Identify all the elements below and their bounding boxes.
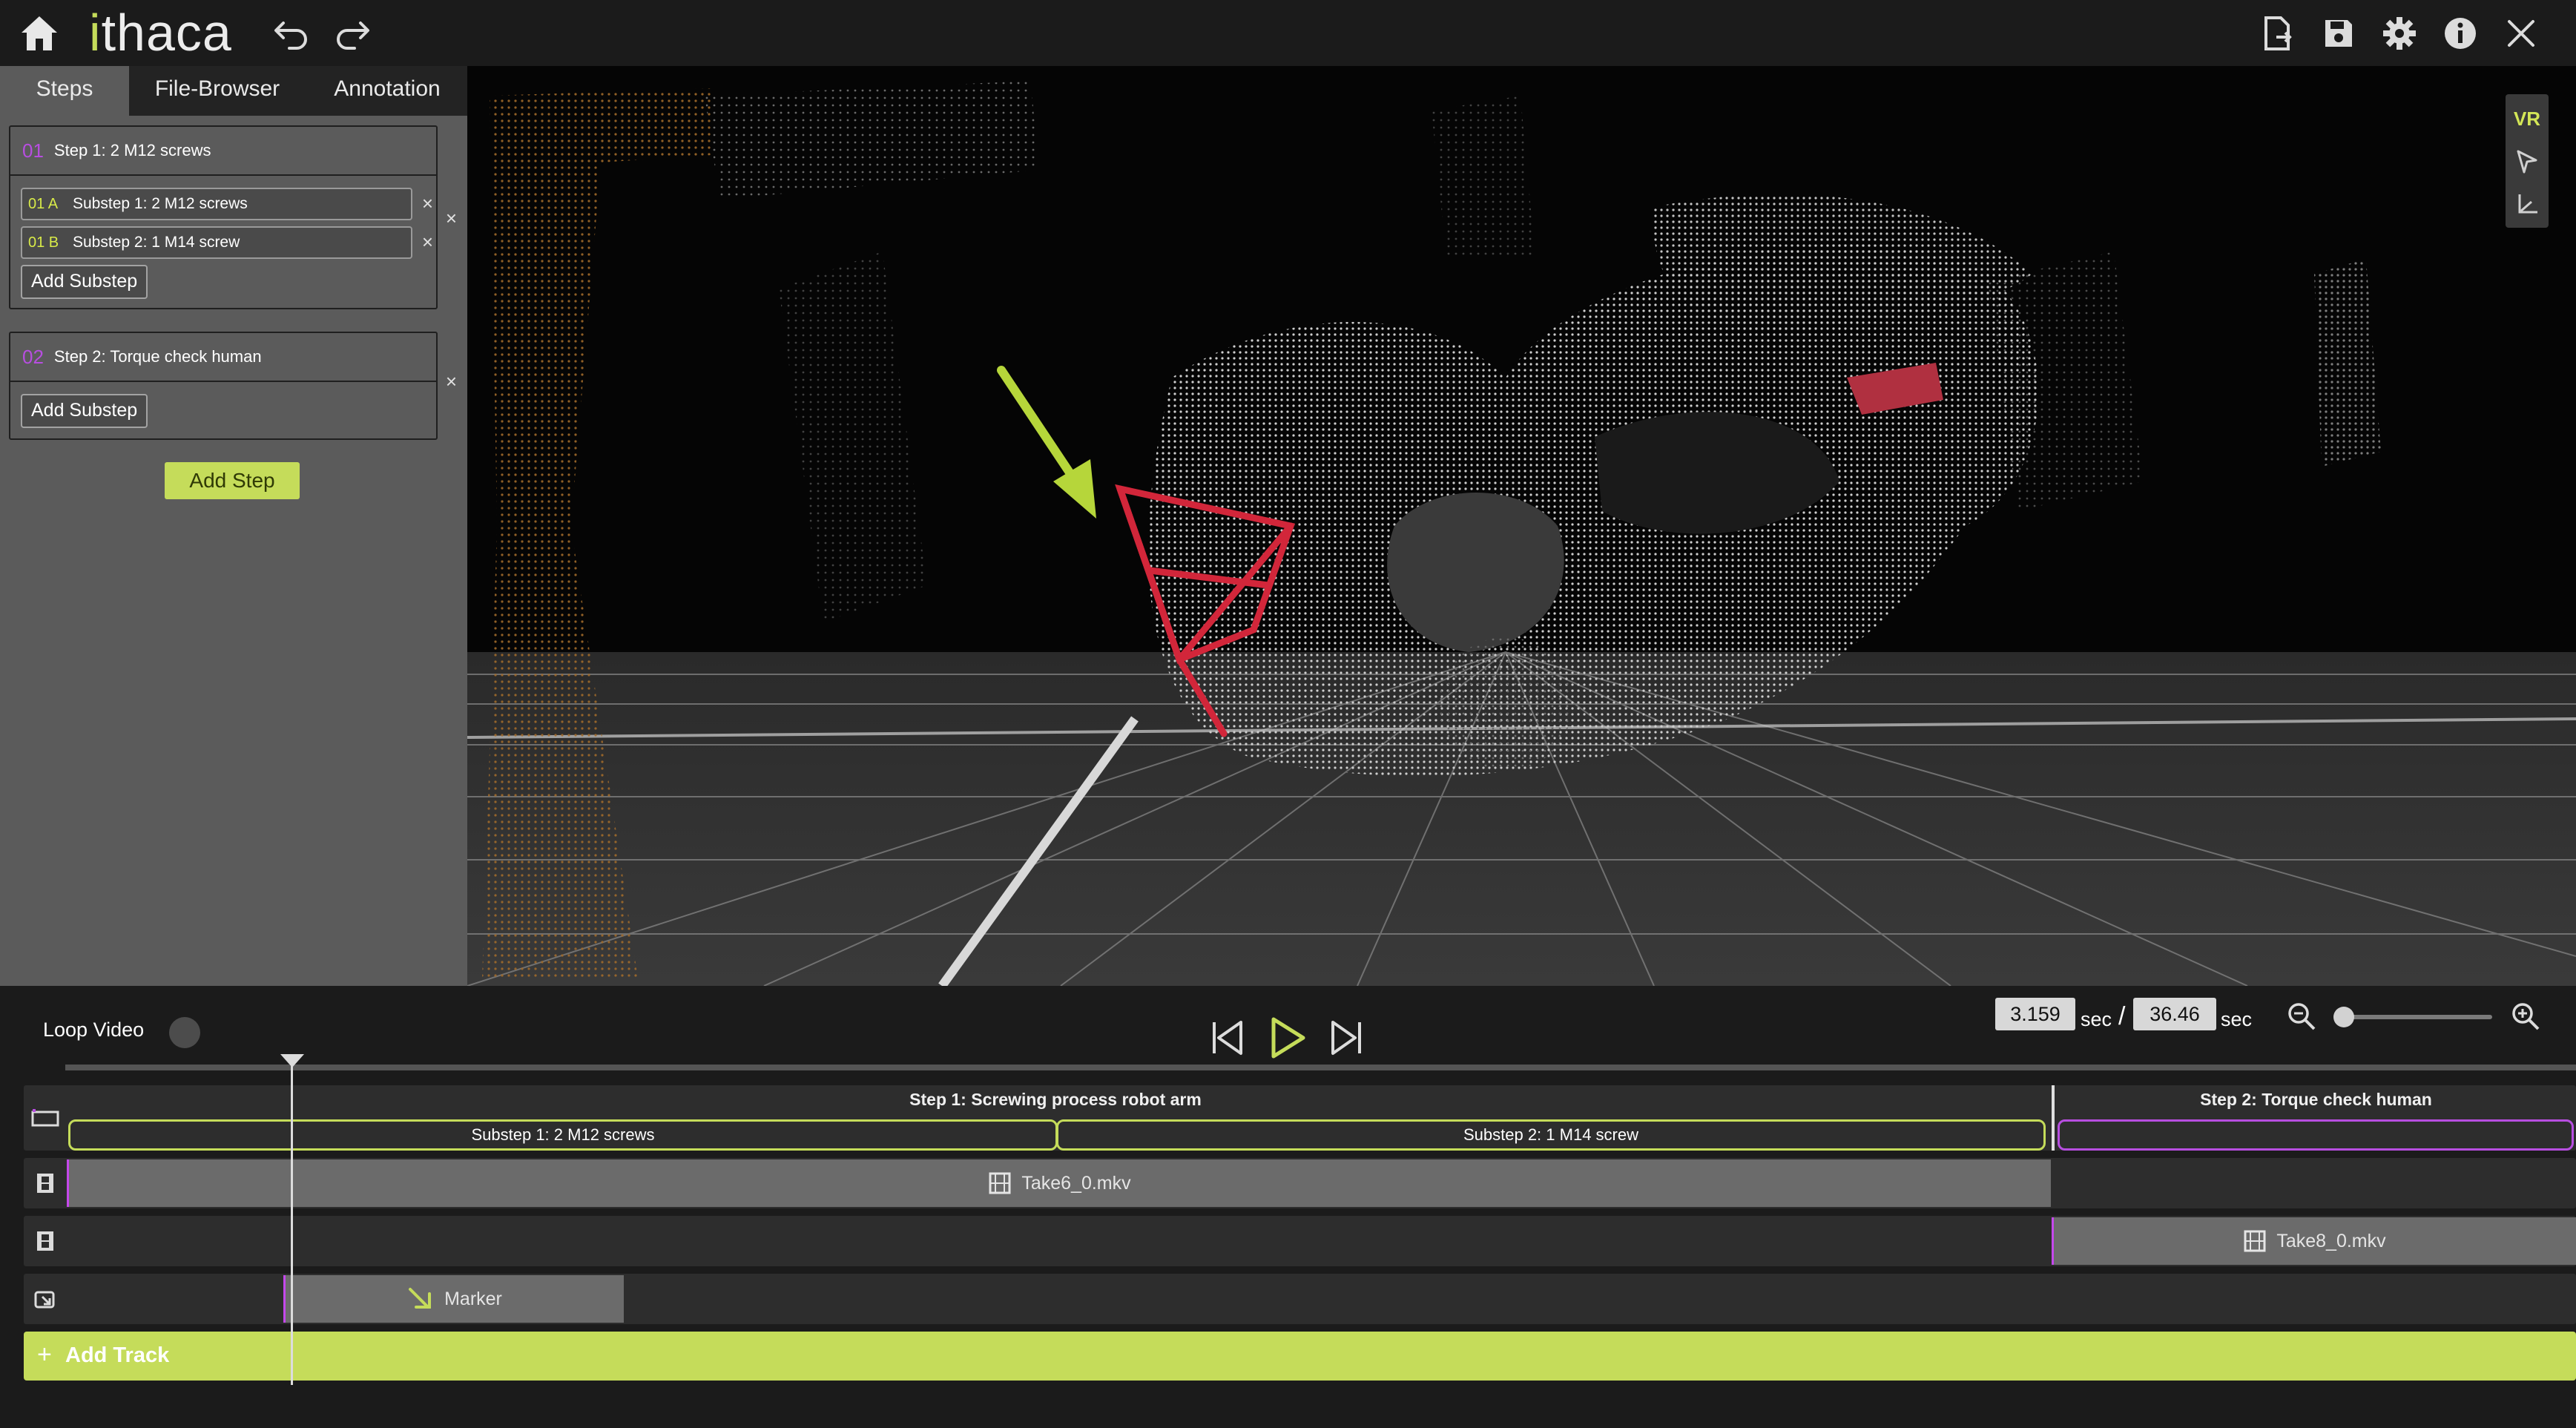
close-icon[interactable] [2498,10,2544,56]
substep-label: Substep 1: 2 M12 screws [73,195,248,212]
app-logo: ithaca [89,4,232,62]
video-track: Take6_0.mkv [24,1158,2576,1208]
substep-label: Substep 2: 1 M14 screw [73,234,240,251]
zoom-in-icon[interactable] [2510,1001,2541,1032]
remove-substep-icon[interactable]: × [422,231,433,254]
marker-clip[interactable]: Marker [283,1275,624,1323]
plus-icon: + [37,1340,52,1369]
save-icon[interactable] [2316,10,2362,56]
point-cloud-scene [467,66,2576,986]
substep-segment[interactable]: Substep 2: 1 M14 screw [1056,1119,2046,1151]
3d-viewport[interactable]: VR [467,66,2576,986]
step-segment[interactable] [2058,1119,2574,1151]
substep-number: 01 A [28,195,59,212]
undo-icon[interactable] [269,10,314,56]
video-clip-label: Take8_0.mkv [2276,1230,2386,1251]
time-unit-label: sec [2081,1008,2112,1030]
video-clip-label: Take6_0.mkv [1021,1172,1131,1194]
zoom-slider-handle[interactable] [2333,1007,2354,1027]
panel-tabs: Steps File-Browser Annotation [0,66,467,116]
step-block-label: Step 1: Screwing process robot arm [909,1090,1202,1109]
film-icon [2244,1230,2266,1252]
tab-steps[interactable]: Steps [0,66,129,116]
step-number: 02 [22,345,44,368]
play-icon[interactable] [1265,1016,1310,1060]
substep-item[interactable]: 01 A Substep 1: 2 M12 screws × [21,188,433,220]
step-header[interactable]: 01 Step 1: 2 M12 screws [10,127,436,176]
video-clip[interactable]: Take8_0.mkv [2052,1217,2576,1265]
step-header[interactable]: 02 Step 2: Torque check human [10,333,436,382]
vr-button[interactable]: VR [2509,100,2546,137]
redo-icon[interactable] [329,10,375,56]
step-title: Step 2: Torque check human [53,347,262,366]
video-clip[interactable]: Take6_0.mkv [67,1159,2051,1207]
viewport-toolbar: VR [2506,94,2549,228]
skip-forward-icon[interactable] [1325,1016,1369,1060]
step-block[interactable]: Step 2: Torque check human [2056,1085,2576,1151]
step-divider[interactable] [2052,1085,2055,1151]
select-arrow-icon[interactable] [2509,143,2546,180]
zoom-out-icon[interactable] [2286,1001,2317,1032]
skip-back-icon[interactable] [1205,1016,1249,1060]
zoom-slider[interactable] [2339,1015,2492,1019]
substep-item[interactable]: 01 B Substep 2: 1 M14 screw × [21,226,433,259]
substep-segment[interactable]: Substep 1: 2 M12 screws [68,1119,1058,1151]
step-number: 01 [22,139,44,162]
step-block[interactable]: Step 1: Screwing process robot arm Subst… [67,1085,2046,1151]
steps-track: Step 1: Screwing process robot arm Subst… [24,1085,2576,1151]
film-icon [24,1216,67,1266]
step-block-label: Step 2: Torque check human [2200,1090,2432,1109]
time-separator: / [2118,1002,2126,1030]
add-substep-button[interactable]: Add Substep [21,265,148,299]
export-icon[interactable] [2255,10,2301,56]
marker-label: Marker [444,1288,502,1309]
step-title: Step 1: 2 M12 screws [53,141,211,159]
video-track: Take8_0.mkv [24,1216,2576,1266]
playhead[interactable] [291,1059,293,1385]
remove-step-icon[interactable]: × [446,207,457,230]
add-substep-button[interactable]: Add Substep [21,394,148,428]
remove-substep-icon[interactable]: × [422,192,433,215]
arrow-down-right-icon [407,1286,434,1312]
total-time-field[interactable]: 36.46 [2133,998,2216,1030]
step-card: 01 Step 1: 2 M12 screws 01 A Substep 1: … [9,125,457,309]
marker-track-icon [24,1274,67,1324]
add-step-button[interactable]: Add Step [165,462,300,499]
home-icon[interactable] [16,10,62,56]
current-time-field[interactable]: 3.159 [1995,998,2075,1030]
timeline-panel: Loop Video 3.159 sec / 36.46 sec Step 1:… [0,986,2576,1428]
steps-panel: Steps File-Browser Annotation 01 Step 1:… [0,66,467,986]
top-toolbar: ithaca [0,0,2576,66]
time-unit-label: sec [2221,1008,2253,1030]
remove-step-icon[interactable]: × [446,370,457,393]
info-icon[interactable] [2437,10,2483,56]
substep-number: 01 B [28,234,59,251]
tab-annotation[interactable]: Annotation [314,66,460,116]
step-card: 02 Step 2: Torque check human Add Subste… [9,332,457,440]
settings-icon[interactable] [2376,10,2422,56]
marker-track: Marker [24,1274,2576,1324]
film-icon [989,1172,1011,1194]
add-track-label: Add Track [65,1343,170,1367]
axes-icon[interactable] [2509,186,2546,223]
logo-accent: i [89,4,102,62]
film-icon [24,1158,67,1208]
timeline-ruler[interactable] [65,1065,2576,1070]
tab-file-browser[interactable]: File-Browser [138,66,297,116]
loop-video-toggle[interactable] [169,1017,200,1048]
loop-video-label: Loop Video [43,1019,145,1041]
add-track-button[interactable]: + Add Track [24,1332,2576,1381]
step-track-icon [24,1085,67,1151]
